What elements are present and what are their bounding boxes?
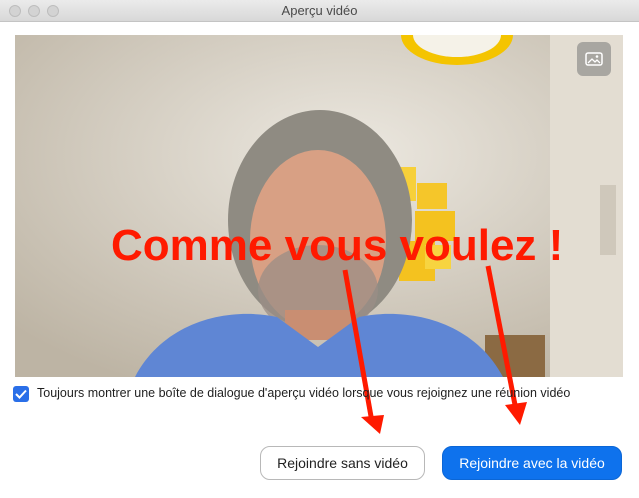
checkmark-icon: [15, 389, 27, 399]
annotation-arrows: [342, 265, 527, 434]
always-show-preview-label[interactable]: Toujours montrer une boîte de dialogue d…: [37, 386, 570, 400]
always-show-preview-checkbox[interactable]: [13, 386, 29, 402]
dialog-content: Comme vous voulez ! Toujours montrer une…: [0, 22, 639, 498]
window-title: Aperçu vidéo: [281, 3, 358, 18]
title-bar: Aperçu vidéo: [0, 0, 639, 22]
arrow-head-right-icon: [505, 402, 527, 425]
arrow-head-left-icon: [361, 415, 384, 434]
join-with-video-button[interactable]: Rejoindre avec la vidéo: [442, 446, 622, 480]
join-without-video-button[interactable]: Rejoindre sans vidéo: [260, 446, 425, 480]
